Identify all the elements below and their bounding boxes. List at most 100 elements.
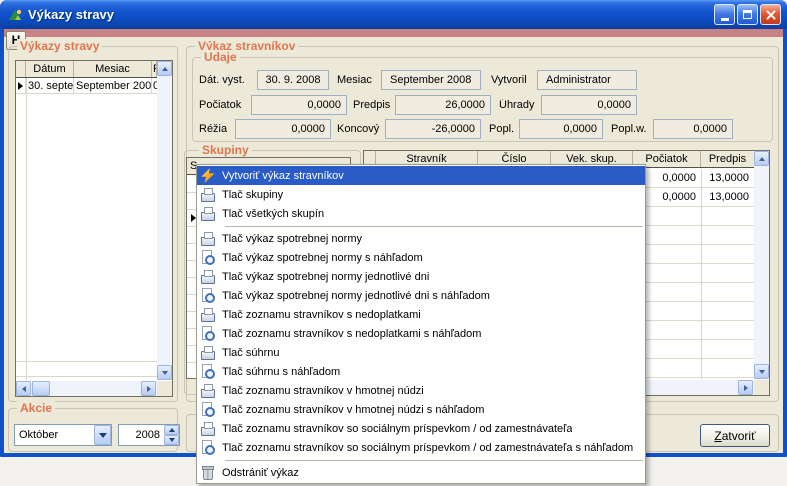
menu-item-label: Tlač zoznamu stravníkov so sociálnym prí… xyxy=(222,423,572,435)
minimize-button[interactable] xyxy=(714,4,735,25)
trash-icon xyxy=(200,465,216,480)
year-spinner-value: 2008 xyxy=(119,425,164,445)
koncovy-label: Koncový xyxy=(331,123,385,135)
menu-item-label: Tlač výkaz spotrebnej normy jednotlivé d… xyxy=(222,271,429,283)
menu-item-tlac-vykaz-normy-dni-nahlad[interactable]: Tlač výkaz spotrebnej normy jednotlivé d… xyxy=(197,286,645,305)
scroll-left-button[interactable] xyxy=(16,381,31,396)
menu-item-label: Tlač zoznamu stravníkov so sociálnym prí… xyxy=(222,442,633,454)
predpis-field[interactable]: 26,0000 xyxy=(395,95,491,115)
menu-item-tlac-vykaz-normy-dni[interactable]: Tlač výkaz spotrebnej normy jednotlivé d… xyxy=(197,267,645,286)
context-menu: Vytvoriť výkaz stravníkov Tlač skupiny T… xyxy=(196,164,646,484)
menu-item-tlac-skupiny[interactable]: Tlač skupiny xyxy=(197,185,645,204)
menu-item-tlac-nedoplatky-nahlad[interactable]: Tlač zoznamu stravníkov s nedoplatkami s… xyxy=(197,324,645,343)
menu-item-tlac-socialny-prispevok-nahlad[interactable]: Tlač zoznamu stravníkov so sociálnym prí… xyxy=(197,438,645,457)
printer-icon xyxy=(200,383,216,398)
scroll-right-button[interactable] xyxy=(141,381,156,396)
preview-icon xyxy=(200,250,216,265)
minimize-icon xyxy=(721,18,729,21)
popl-w-field[interactable]: 0,0000 xyxy=(653,119,733,139)
pociatok-field[interactable]: 0,0000 xyxy=(251,95,347,115)
maximize-button[interactable] xyxy=(737,4,758,25)
koncovy-field[interactable]: -26,0000 xyxy=(385,119,481,139)
chevron-down-icon xyxy=(169,438,175,442)
scrollbar-corner xyxy=(754,380,769,395)
vertical-scrollbar[interactable] xyxy=(157,61,172,380)
menu-item-label: Odstrániť výkaz xyxy=(222,467,299,479)
menu-item-tlac-hmotna-nudza-nahlad[interactable]: Tlač zoznamu stravníkov v hmotnej núdzi … xyxy=(197,400,645,419)
akcie-group-label: Akcie xyxy=(17,401,55,415)
grid-line xyxy=(16,361,157,362)
close-dialog-button[interactable]: Zatvoriť xyxy=(700,424,770,447)
vertical-scrollbar[interactable] xyxy=(754,151,769,379)
scroll-down-button[interactable] xyxy=(754,364,769,379)
menu-item-label: Tlač zoznamu stravníkov s nedoplatkami s… xyxy=(222,328,481,340)
preview-icon xyxy=(200,288,216,303)
cell-datum[interactable]: 30. septe xyxy=(26,78,74,93)
menu-item-tlac-suhrnu[interactable]: Tlač súhrnu xyxy=(197,343,645,362)
udaje-row-2: Počiatok 0,0000 Predpis 26,0000 Úhrady 0… xyxy=(199,95,766,115)
year-spinner[interactable]: 2008 xyxy=(118,424,180,446)
menu-item-tlac-nedoplatky[interactable]: Tlač zoznamu stravníkov s nedoplatkami xyxy=(197,305,645,324)
combobox-dropdown-button[interactable] xyxy=(94,425,111,445)
popl-field[interactable]: 0,0000 xyxy=(519,119,603,139)
menu-item-tlac-suhrnu-nahlad[interactable]: Tlač súhrnu s náhľadom xyxy=(197,362,645,381)
scroll-up-button[interactable] xyxy=(157,61,172,76)
cell-predpis[interactable]: 13,0000 xyxy=(702,188,752,206)
cell-mesiac[interactable]: September 2008 xyxy=(74,78,152,93)
column-header-mesiac[interactable]: Mesiac xyxy=(74,61,152,77)
window-controls xyxy=(714,4,781,25)
mesiac-field[interactable]: September 2008 xyxy=(381,70,481,90)
arrow-down-icon xyxy=(759,370,765,374)
menu-item-tlac-vykaz-normy[interactable]: Tlač výkaz spotrebnej normy xyxy=(197,229,645,248)
menu-separator xyxy=(225,226,643,227)
screen: Výkazy stravy H Výkazy stravy Dátum Mesi… xyxy=(0,0,787,486)
printer-icon xyxy=(200,421,216,436)
arrow-up-icon xyxy=(162,67,168,71)
vykazy-grid: Dátum Mesiac P 30. septe September 2008 … xyxy=(15,60,173,397)
pociatok-label: Počiatok xyxy=(199,99,251,111)
menu-item-tlac-vykaz-normy-nahlad[interactable]: Tlač výkaz spotrebnej normy s náhľadom xyxy=(197,248,645,267)
preview-icon xyxy=(200,402,216,417)
spinner-buttons xyxy=(164,425,179,445)
scrollbar-corner xyxy=(157,381,172,396)
menu-item-tlac-vsetkych-skupin[interactable]: Tlač všetkých skupín xyxy=(197,204,645,223)
menu-item-label: Vytvoriť výkaz stravníkov xyxy=(222,170,344,182)
rezia-field[interactable]: 0,0000 xyxy=(235,119,331,139)
udaje-row-1: Dát. vyst. 30. 9. 2008 Mesiac September … xyxy=(199,70,766,90)
arrow-left-icon xyxy=(22,386,26,392)
menu-item-tlac-socialny-prispevok[interactable]: Tlač zoznamu stravníkov so sociálnym prí… xyxy=(197,419,645,438)
table-row[interactable]: 30. septe September 2008 0 xyxy=(16,78,157,94)
menu-item-label: Tlač všetkých skupín xyxy=(222,208,324,220)
column-header-datum[interactable]: Dátum xyxy=(26,61,74,77)
chevron-down-icon xyxy=(99,433,107,438)
dat-vyst-field[interactable]: 30. 9. 2008 xyxy=(257,70,329,90)
vykazy-stravy-group-label: Výkazy stravy xyxy=(17,39,102,53)
menu-item-label: Tlač skupiny xyxy=(222,189,283,201)
spin-down-button[interactable] xyxy=(164,435,179,445)
scrollbar-thumb[interactable] xyxy=(32,381,50,396)
titlebar[interactable]: Výkazy stravy xyxy=(0,0,787,29)
menu-item-tlac-hmotna-nudza[interactable]: Tlač zoznamu stravníkov v hmotnej núdzi xyxy=(197,381,645,400)
menu-item-odstranit-vykaz[interactable]: Odstrániť výkaz xyxy=(197,463,645,482)
popl-label: Popl. xyxy=(481,123,519,135)
window-title: Výkazy stravy xyxy=(28,7,114,22)
vytvoril-field[interactable]: Administrator xyxy=(537,70,637,90)
scroll-up-button[interactable] xyxy=(754,151,769,166)
printer-icon xyxy=(200,206,216,221)
uhrady-field[interactable]: 0,0000 xyxy=(541,95,637,115)
menu-item-vytvorit-vykaz[interactable]: Vytvoriť výkaz stravníkov xyxy=(197,166,645,185)
scroll-down-button[interactable] xyxy=(157,365,172,380)
month-combobox[interactable]: Október xyxy=(14,424,112,446)
close-dialog-button-label: Zatvoriť xyxy=(714,429,755,443)
scroll-right-button[interactable] xyxy=(738,380,753,395)
popl-w-label: Popl.w. xyxy=(603,123,653,135)
printer-icon xyxy=(200,307,216,322)
uhrady-label: Úhrady xyxy=(491,99,541,111)
chevron-up-icon xyxy=(169,428,175,432)
close-button[interactable] xyxy=(760,4,781,25)
udaje-groupbox: Udaje Dát. vyst. 30. 9. 2008 Mesiac Sept… xyxy=(192,57,773,142)
spin-up-button[interactable] xyxy=(164,425,179,435)
cell-predpis[interactable]: 13,0000 xyxy=(702,169,752,187)
skupiny-group-label: Skupiny xyxy=(199,143,252,157)
column-header-predpis[interactable]: Predpis xyxy=(701,151,754,167)
